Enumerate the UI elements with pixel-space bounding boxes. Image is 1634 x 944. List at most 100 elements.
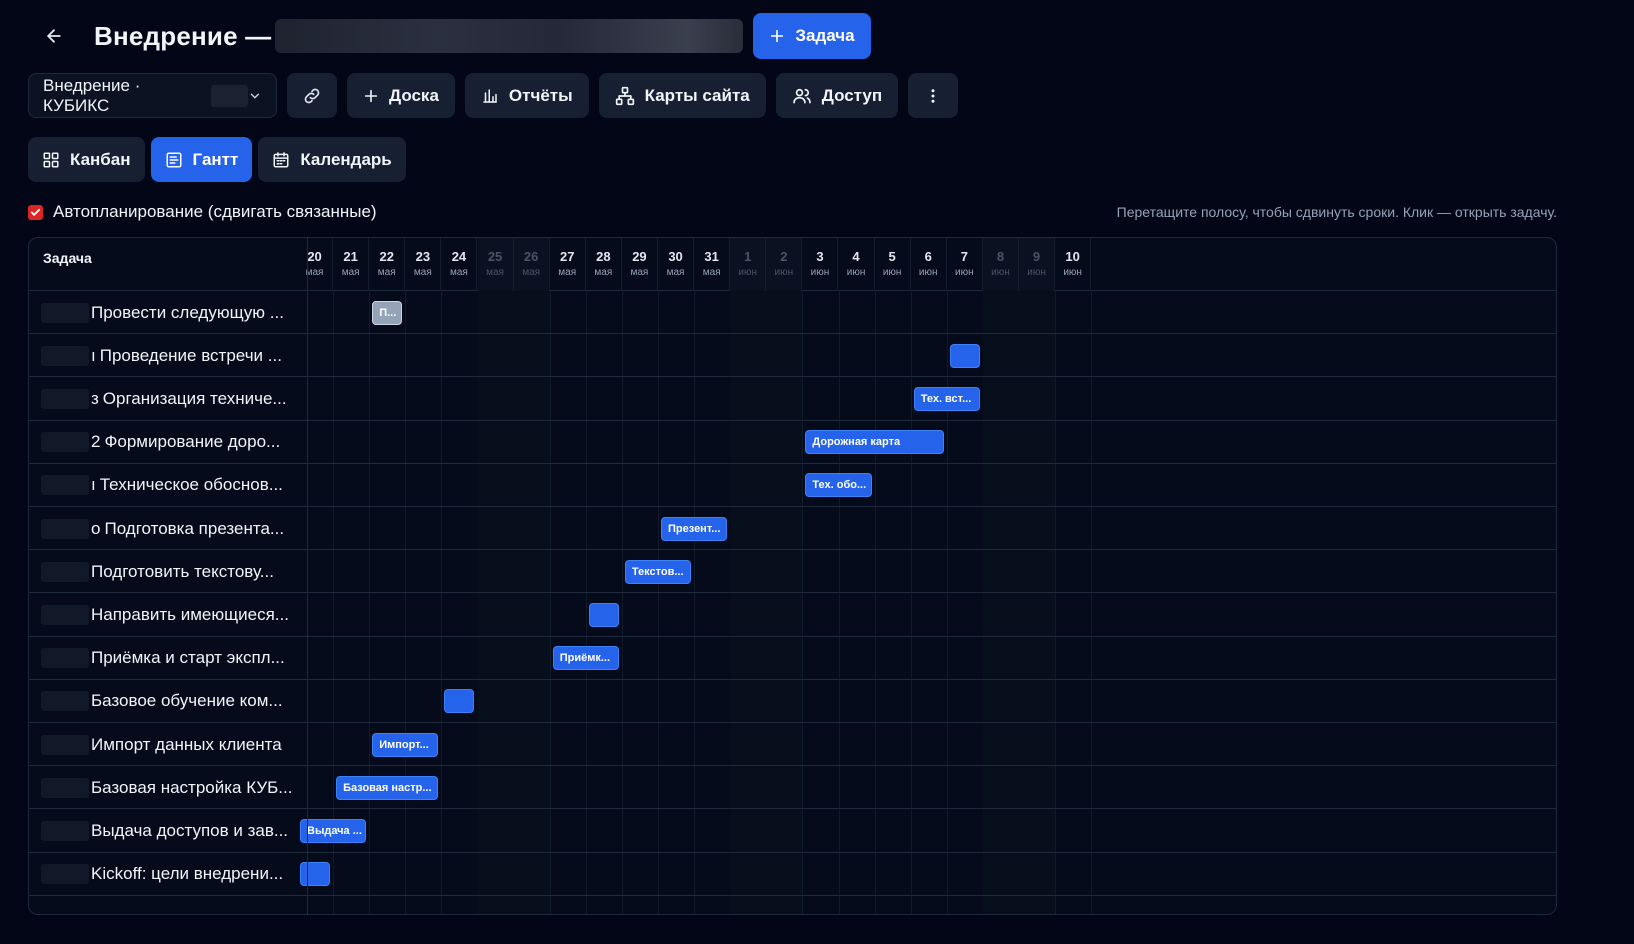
- back-button[interactable]: [28, 13, 80, 59]
- reports-button[interactable]: Отчёты: [464, 73, 589, 118]
- task-bar[interactable]: Текстов...: [624, 559, 692, 584]
- task-bar[interactable]: [588, 602, 619, 627]
- sitemaps-label: Карты сайта: [644, 85, 750, 105]
- task-name-cell[interactable]: Провести следующую ...: [41, 291, 284, 334]
- task-bar[interactable]: Тех. вст...: [913, 386, 980, 411]
- day-number: 1: [744, 249, 752, 264]
- task-bar[interactable]: Базовая настр...: [336, 775, 439, 800]
- day-header: 6 июн: [911, 238, 947, 291]
- task-row: ı Техническое обоснов... Тех. обо...: [29, 464, 1556, 507]
- task-row: о Подготовка презента... Презент...: [29, 507, 1556, 551]
- day-header: 26 мая: [513, 238, 550, 291]
- task-name-cell[interactable]: з Организация техниче...: [41, 377, 287, 420]
- task-row: Kickoff: цели внедрени...: [29, 853, 1556, 896]
- redacted-task-id: [41, 648, 89, 669]
- task-row: 2 Формирование доро... Дорожная карта: [29, 421, 1556, 464]
- link-icon: [304, 88, 320, 103]
- task-bar[interactable]: Импорт...: [372, 732, 439, 757]
- task-bar-label: Презент...: [668, 522, 721, 535]
- day-month: мая: [450, 267, 468, 278]
- day-header: 28 мая: [586, 238, 622, 291]
- day-number: 31: [704, 249, 719, 264]
- task-bar[interactable]: Приёмк...: [552, 646, 619, 671]
- day-number: 24: [451, 249, 467, 264]
- task-name: Kickoff: цели внедрени...: [91, 864, 284, 884]
- day-number: 26: [523, 249, 539, 264]
- day-number: 20: [307, 249, 322, 264]
- tab-gantt[interactable]: Гантт: [150, 137, 253, 182]
- task-name-cell[interactable]: Приёмка и старт экспл...: [41, 637, 285, 680]
- day-month: июн: [846, 267, 866, 278]
- day-header: 20 мая: [297, 238, 334, 291]
- task-name-cell[interactable]: Подготовить текстову...: [41, 550, 274, 593]
- users-icon: [793, 88, 811, 103]
- task-bar[interactable]: [444, 689, 475, 714]
- task-name-cell[interactable]: Базовое обучение ком...: [41, 680, 283, 723]
- task-name-cell[interactable]: о Подготовка презента...: [41, 507, 284, 550]
- task-bar[interactable]: [300, 862, 331, 887]
- task-row: Подготовить текстову... Текстов...: [29, 550, 1556, 594]
- task-name: Подготовка презента...: [104, 518, 285, 538]
- day-header: 21 мая: [333, 238, 370, 291]
- day-month: июн: [882, 267, 902, 278]
- day-month: июн: [955, 267, 974, 278]
- day-number: 3: [816, 249, 824, 264]
- day-month: мая: [522, 267, 541, 278]
- day-month: мая: [413, 267, 432, 278]
- day-number: 6: [924, 249, 932, 264]
- day-header: 5 июн: [875, 238, 911, 291]
- project-select[interactable]: Внедрение · КУБИКС: [28, 73, 277, 118]
- task-prefix: ı: [91, 345, 96, 365]
- task-prefix: 2: [91, 432, 101, 452]
- day-header: 31 мая: [694, 238, 731, 291]
- task-bar-label: Импорт...: [379, 738, 429, 751]
- reports-label: Отчёты: [508, 85, 573, 105]
- options-row: Автопланирование (сдвигать связанные) Пе…: [28, 200, 1557, 224]
- task-name: Приёмка и старт экспл...: [91, 648, 285, 668]
- task-name-cell[interactable]: Выдача доступов и зав...: [41, 809, 288, 852]
- plus-icon: [364, 89, 378, 102]
- autoplan-checkbox[interactable]: [28, 204, 43, 220]
- task-row: Направить имеющиеся...: [29, 593, 1556, 637]
- task-bar[interactable]: Тех. обо...: [805, 473, 872, 498]
- task-bar-label: Базовая настр...: [343, 781, 432, 794]
- day-header: 23 мая: [405, 238, 442, 291]
- task-name-cell[interactable]: Направить имеющиеся...: [41, 593, 289, 636]
- day-number: 22: [379, 249, 394, 264]
- redacted-task-id: [41, 820, 89, 841]
- copy-link-button[interactable]: [287, 73, 337, 118]
- task-name-cell[interactable]: Базовая настройка КУБ...: [41, 766, 292, 809]
- task-name-cell[interactable]: 2 Формирование доро...: [41, 421, 280, 464]
- day-number: 2: [780, 249, 788, 264]
- add-task-button[interactable]: Задача: [753, 13, 871, 59]
- task-prefix: ı: [91, 475, 96, 495]
- task-bar[interactable]: Презент...: [661, 516, 728, 541]
- more-button[interactable]: [908, 73, 959, 118]
- autoplan-toggle[interactable]: Автопланирование (сдвигать связанные): [28, 202, 377, 222]
- access-button[interactable]: Доступ: [775, 73, 899, 118]
- task-bar[interactable]: П...: [372, 300, 403, 325]
- grid-icon: [43, 152, 59, 167]
- day-month: июн: [810, 267, 830, 278]
- day-header: 25 мая: [477, 238, 514, 291]
- task-name-cell[interactable]: ı Техническое обоснов...: [41, 464, 283, 507]
- name-column-divider: [307, 238, 308, 914]
- task-bar[interactable]: Дорожная карта: [805, 430, 944, 455]
- task-name-cell[interactable]: Импорт данных клиента: [41, 723, 282, 766]
- task-bar[interactable]: [949, 343, 980, 368]
- task-name-cell[interactable]: Kickoff: цели внедрени...: [41, 853, 283, 896]
- redacted-task-id: [41, 302, 89, 323]
- task-name: Организация техниче...: [102, 388, 287, 408]
- day-number: 7: [960, 249, 968, 264]
- day-header: 10 июн: [1055, 238, 1092, 291]
- tab-calendar[interactable]: Календарь: [258, 137, 406, 182]
- add-board-button[interactable]: Доска: [347, 73, 455, 118]
- tab-kanban[interactable]: Канбан: [28, 137, 145, 182]
- redacted-title-part: [275, 19, 744, 53]
- task-bar[interactable]: Выдача ...: [300, 818, 367, 843]
- gantt-hint: Перетащите полосу, чтобы сдвинуть сроки.…: [1116, 204, 1557, 220]
- header: Внедрение — Задача: [28, 13, 871, 59]
- task-name-cell[interactable]: ı Проведение встречи ...: [41, 334, 282, 377]
- sitemaps-button[interactable]: Карты сайта: [598, 73, 766, 118]
- task-name: Базовая настройка КУБ...: [91, 777, 293, 797]
